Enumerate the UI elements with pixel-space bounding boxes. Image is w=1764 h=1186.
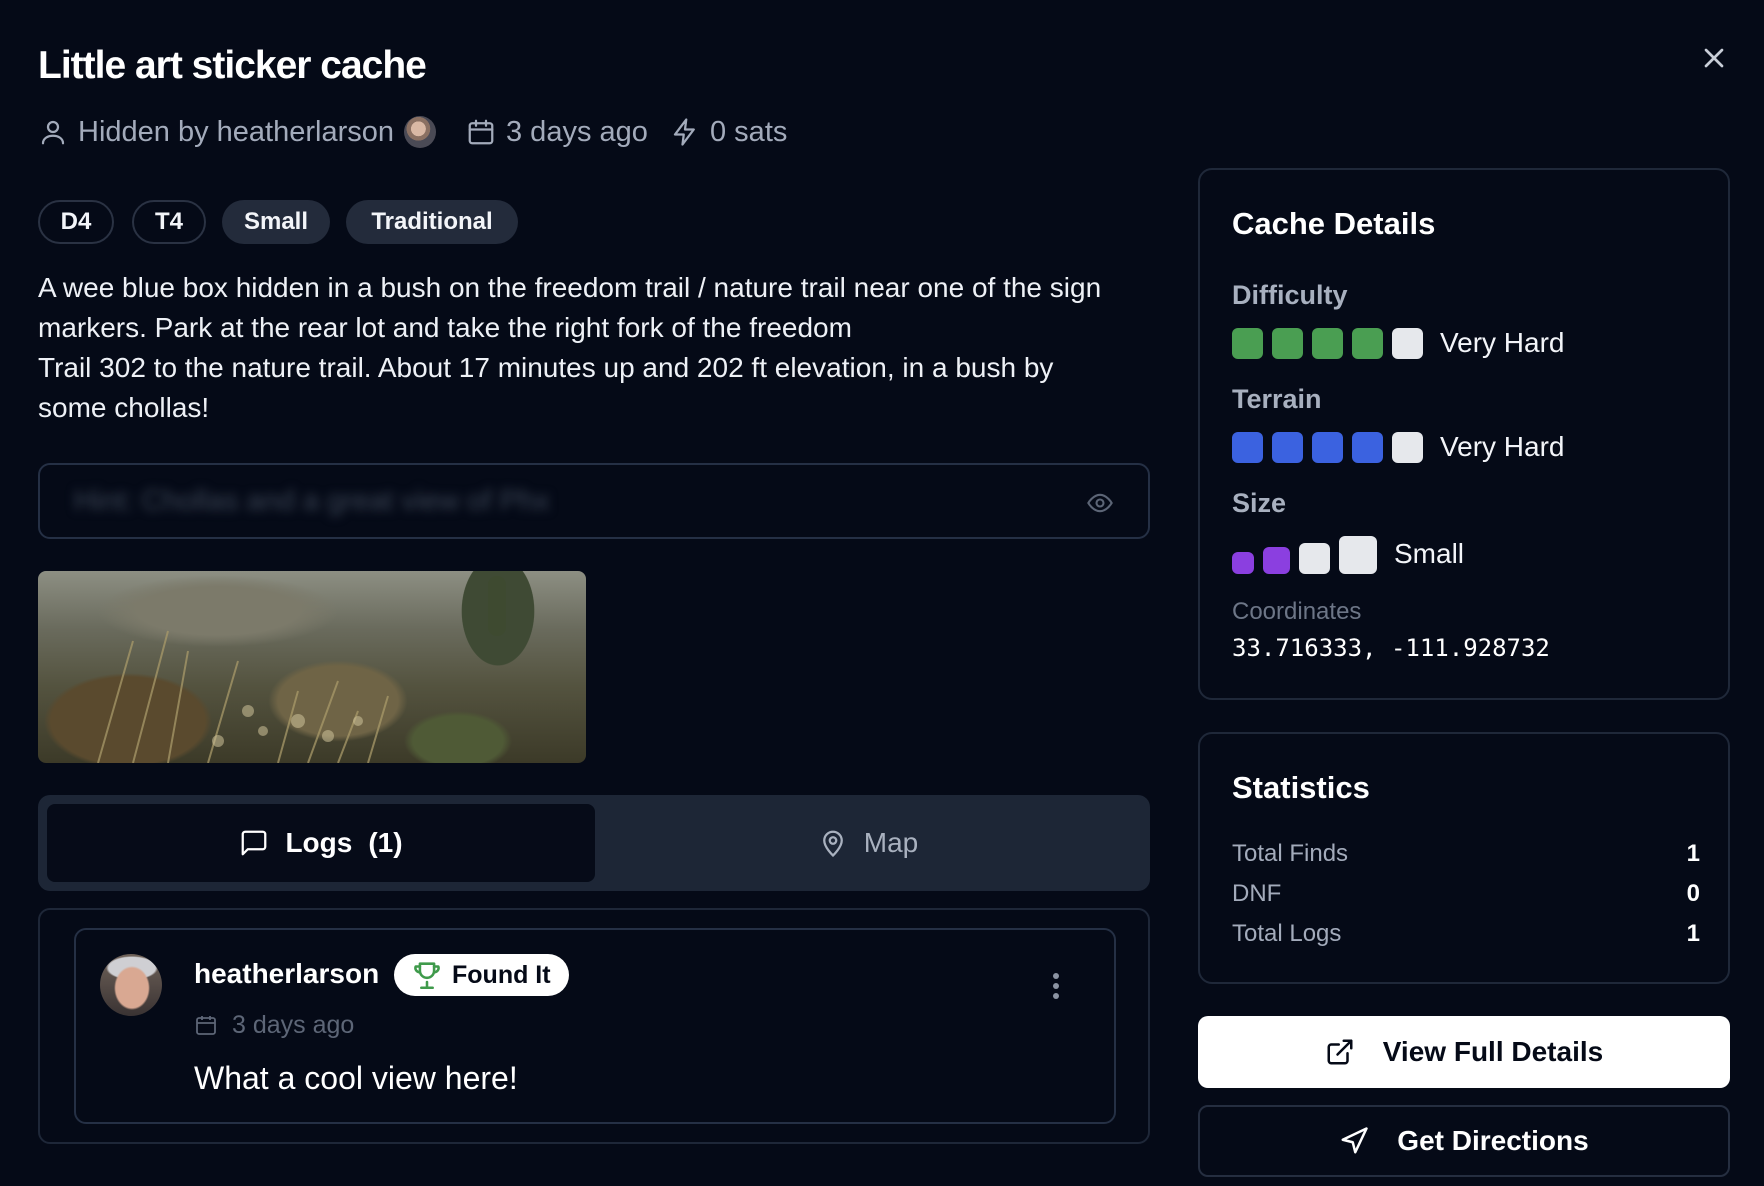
rating-square [1352,431,1383,463]
tab-list: Logs (1) Map [38,795,1150,891]
user-icon [41,120,65,145]
description-line: A wee blue box hidden in a bush on the f… [38,272,1102,303]
hint-label: Hint: [74,485,134,517]
size-squares [1232,536,1386,574]
log-text: What a cool view here! [194,1060,518,1096]
stat-value: 1 [1686,840,1700,867]
avatar [403,116,436,148]
size-text: Small [1394,538,1465,569]
tab-logs-label: Logs [285,827,353,858]
tab-map-label: Map [863,827,919,858]
hidden-by: Hidden by heatherlarson [38,112,436,152]
message-square-icon [242,830,267,856]
rating-square [1392,431,1423,463]
page-title: Little art sticker cache [38,44,427,87]
rating-square [1232,552,1254,574]
type-badge: Traditional [346,200,518,244]
terrain-label: Terrain [1232,384,1322,414]
stat-row: DNF 0 [1232,880,1700,908]
log-date-text: 3 days ago [232,1010,355,1039]
terrain-badge: T4 [132,200,206,244]
avatar[interactable] [100,954,162,1016]
logs-panel: heatherlarson Found It 3 days ago What a… [38,908,1150,1144]
terrain-text: Very Hard [1440,431,1565,462]
tab-logs-count: (1) [368,827,403,858]
statistics-card: Statistics Total Finds 1 DNF 0 Total Log… [1198,732,1730,984]
log-entry: heatherlarson Found It 3 days ago What a… [74,928,1116,1124]
rating-square [1272,327,1303,359]
zap-icon [673,118,695,146]
get-directions-label: Get Directions [1397,1125,1589,1156]
statistics-title: Statistics [1232,770,1370,805]
hint-value: Chollas and a great view of Phx [141,485,550,517]
cache-photo[interactable] [38,571,586,763]
description-line: markers. Park at the rear lot and take t… [38,312,852,343]
rating-square [1312,431,1343,463]
view-full-details-label: View Full Details [1382,1036,1604,1067]
navigation-icon [1341,1127,1369,1154]
stat-row: Total Finds 1 [1232,840,1700,868]
log-date: 3 days ago [194,1010,354,1040]
external-link-icon [1327,1039,1353,1065]
coordinates-value: 33.716333, -111.928732 [1232,634,1550,662]
difficulty-rating: Very Hard [1232,326,1565,360]
hidden-by-text: Hidden by heatherlarson [78,115,394,148]
difficulty-squares [1232,327,1432,359]
view-full-details-button[interactable]: View Full Details [1198,1016,1730,1088]
trophy-icon [414,962,440,990]
stat-row: Total Logs 1 [1232,920,1700,948]
rating-square [1299,543,1330,574]
map-pin-icon [822,830,843,858]
rating-square [1352,327,1383,359]
hidden-date-text: 3 days ago [506,115,648,148]
rating-square [1232,431,1263,463]
rating-square [1339,536,1377,574]
eye-icon[interactable] [1086,489,1114,517]
rating-square [1312,327,1343,359]
stat-label: Total Logs [1232,920,1342,947]
size-label: Size [1232,488,1287,518]
stat-label: DNF [1232,880,1282,907]
hint-box[interactable]: Hint: Chollas and a great view of Phx [38,463,1150,539]
hint-text: Hint: Chollas and a great view of Phx [74,485,550,518]
sats-text: 0 sats [710,115,788,148]
log-username[interactable]: heatherlarson [194,958,379,990]
stat-value: 0 [1686,880,1700,907]
stat-value: 1 [1686,920,1700,947]
hidden-date: 3 days ago [466,112,648,152]
size-badge: Small [222,200,330,244]
difficulty-label: Difficulty [1232,280,1348,310]
terrain-rating: Very Hard [1232,430,1565,464]
more-vertical-icon[interactable] [1052,972,1060,1000]
close-icon[interactable] [1698,42,1730,74]
description-line: some chollas! [38,392,210,423]
coordinates-label: Coordinates [1232,598,1362,625]
rating-square [1232,327,1263,359]
description-line: Trail 302 to the nature trail. About 17 … [38,352,1054,383]
size-rating: Small [1232,528,1464,574]
rating-square [1392,327,1423,359]
cache-details-card: Cache Details Difficulty Very Hard Terra… [1198,168,1730,700]
cache-description: A wee blue box hidden in a bush on the f… [38,268,1168,428]
log-type-label: Found It [452,960,551,989]
rating-square [1263,547,1290,574]
difficulty-text: Very Hard [1440,327,1565,358]
log-type-badge: Found It [394,954,569,996]
terrain-squares [1232,431,1432,463]
sats: 0 sats [670,112,787,152]
rating-square [1272,431,1303,463]
calendar-icon [468,119,494,145]
stat-label: Total Finds [1232,840,1349,867]
cache-details-title: Cache Details [1232,206,1436,241]
tab-logs[interactable]: Logs (1) [47,804,595,882]
get-directions-button[interactable]: Get Directions [1198,1105,1730,1177]
calendar-icon [196,1016,216,1035]
difficulty-badge: D4 [38,200,114,244]
tab-map[interactable]: Map [595,804,1141,882]
